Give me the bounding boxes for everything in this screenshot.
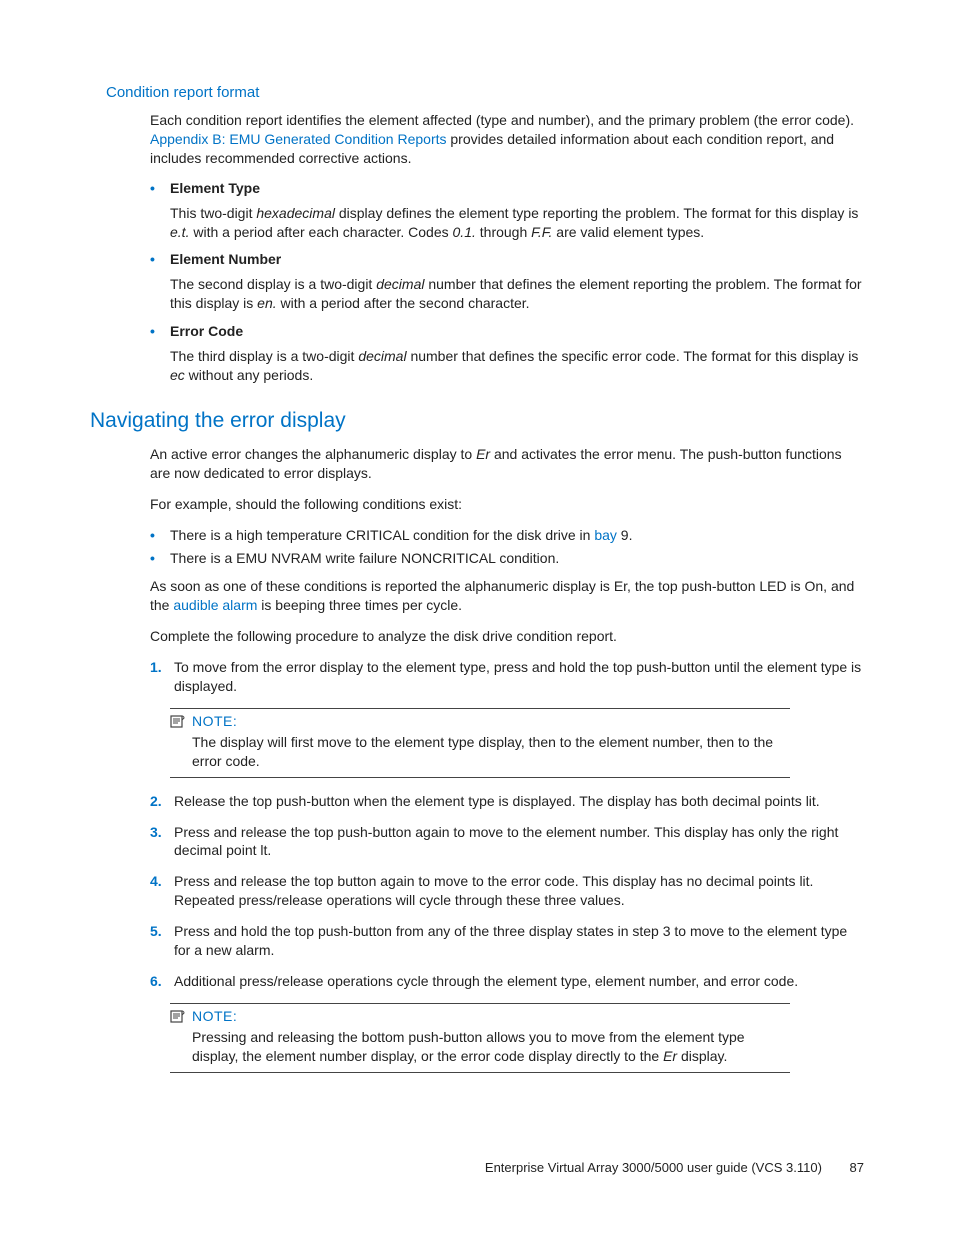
bullet-list: • There is a high temperature CRITICAL c…	[150, 526, 864, 568]
link-bay[interactable]: bay	[594, 527, 617, 543]
note-label: NOTE:	[192, 713, 237, 729]
step-item: 4.Press and release the top button again…	[150, 872, 864, 910]
list-item: •Element Number The second display is a …	[150, 251, 864, 313]
link-appendix-b[interactable]: Appendix B: EMU Generated Condition Repo…	[150, 131, 447, 147]
footer-title: Enterprise Virtual Array 3000/5000 user …	[485, 1160, 822, 1175]
text: with a period after each character. Code…	[189, 224, 452, 240]
text: display defines the element type reporti…	[335, 205, 858, 221]
paragraph: An active error changes the alphanumeric…	[150, 445, 864, 483]
text: is beeping three times per cycle.	[257, 597, 462, 613]
text: with a period after the second character…	[277, 295, 530, 311]
note-icon	[170, 714, 186, 728]
description: The third display is a two-digit decimal…	[170, 347, 864, 385]
text: Pressing and releasing the bottom push-b…	[192, 1029, 745, 1064]
bullet-icon: •	[150, 180, 170, 196]
bullet-icon: •	[150, 526, 170, 545]
step-number: 4.	[150, 872, 174, 891]
text-italic: decimal	[358, 348, 406, 364]
description: This two-digit hexadecimal display defin…	[170, 204, 864, 242]
text: There is a EMU NVRAM write failure NONCR…	[170, 549, 559, 568]
document-page: Condition report format Each condition r…	[0, 0, 954, 1235]
divider	[170, 708, 790, 709]
text-italic: Er	[476, 446, 490, 462]
divider	[170, 777, 790, 778]
text-italic: e.t.	[170, 224, 189, 240]
note-body: Pressing and releasing the bottom push-b…	[192, 1028, 790, 1066]
bullet-icon: •	[150, 251, 170, 267]
note-block: NOTE: The display will first move to the…	[170, 708, 790, 778]
step-text: Release the top push-button when the ele…	[174, 792, 820, 811]
note-body: The display will first move to the eleme…	[192, 733, 790, 771]
description: The second display is a two-digit decima…	[170, 275, 864, 313]
list-item: • There is a high temperature CRITICAL c…	[150, 526, 864, 545]
text: There is a high temperature CRITICAL con…	[170, 526, 633, 545]
step-text: Press and release the top push-button ag…	[174, 823, 864, 861]
paragraph: For example, should the following condit…	[150, 495, 864, 514]
step-text: Press and release the top button again t…	[174, 872, 864, 910]
text: An active error changes the alphanumeric…	[150, 446, 476, 462]
step-number: 6.	[150, 972, 174, 991]
step-item: 3.Press and release the top push-button …	[150, 823, 864, 861]
ordered-steps: 1.To move from the error display to the …	[150, 658, 864, 696]
term-element-number: Element Number	[170, 251, 281, 267]
text: through	[476, 224, 531, 240]
text-italic: decimal	[376, 276, 424, 292]
paragraph: Complete the following procedure to anal…	[150, 627, 864, 646]
term-element-type: Element Type	[170, 180, 260, 196]
text: Each condition report identifies the ele…	[150, 112, 854, 128]
page-footer: Enterprise Virtual Array 3000/5000 user …	[485, 1160, 864, 1175]
list-item: • There is a EMU NVRAM write failure NON…	[150, 549, 864, 568]
text-italic: Er	[663, 1048, 677, 1064]
intro-paragraph: Each condition report identifies the ele…	[150, 111, 864, 168]
list-item: •Element Type This two-digit hexadecimal…	[150, 180, 864, 242]
paragraph: As soon as one of these conditions is re…	[150, 577, 864, 615]
note-icon	[170, 1009, 186, 1023]
text: number that defines the specific error c…	[407, 348, 859, 364]
step-number: 3.	[150, 823, 174, 842]
link-audible-alarm[interactable]: audible alarm	[173, 597, 257, 613]
step-text: To move from the error display to the el…	[174, 658, 864, 696]
bullet-icon: •	[150, 323, 170, 339]
text-italic: ec	[170, 367, 185, 383]
step-number: 2.	[150, 792, 174, 811]
text-italic: en.	[257, 295, 276, 311]
list-item: •Error Code The third display is a two-d…	[150, 323, 864, 385]
text: are valid element types.	[552, 224, 704, 240]
step-item: 1.To move from the error display to the …	[150, 658, 864, 696]
page-number: 87	[850, 1160, 864, 1175]
text: without any periods.	[185, 367, 313, 383]
step-number: 5.	[150, 922, 174, 941]
text: There is a high temperature CRITICAL con…	[170, 527, 594, 543]
step-item: 6.Additional press/release operations cy…	[150, 972, 864, 991]
text-italic: 0.1.	[453, 224, 476, 240]
text: The second display is a two-digit	[170, 276, 376, 292]
heading-condition-report-format: Condition report format	[106, 84, 864, 101]
step-item: 2.Release the top push-button when the e…	[150, 792, 864, 811]
term-error-code: Error Code	[170, 323, 243, 339]
heading-navigating-error-display: Navigating the error display	[90, 409, 864, 433]
step-text: Press and hold the top push-button from …	[174, 922, 864, 960]
text: This two-digit	[170, 205, 256, 221]
step-number: 1.	[150, 658, 174, 677]
text-italic: hexadecimal	[256, 205, 335, 221]
text-italic: F.F.	[531, 224, 552, 240]
step-text: Additional press/release operations cycl…	[174, 972, 798, 991]
note-label: NOTE:	[192, 1008, 237, 1024]
text: display.	[677, 1048, 727, 1064]
definition-list: •Element Type This two-digit hexadecimal…	[150, 180, 864, 385]
bullet-icon: •	[150, 549, 170, 568]
step-item: 5.Press and hold the top push-button fro…	[150, 922, 864, 960]
note-block: NOTE: Pressing and releasing the bottom …	[170, 1003, 790, 1073]
text: 9.	[617, 527, 633, 543]
divider	[170, 1072, 790, 1073]
divider	[170, 1003, 790, 1004]
text: The third display is a two-digit	[170, 348, 358, 364]
ordered-steps: 2.Release the top push-button when the e…	[150, 792, 864, 991]
